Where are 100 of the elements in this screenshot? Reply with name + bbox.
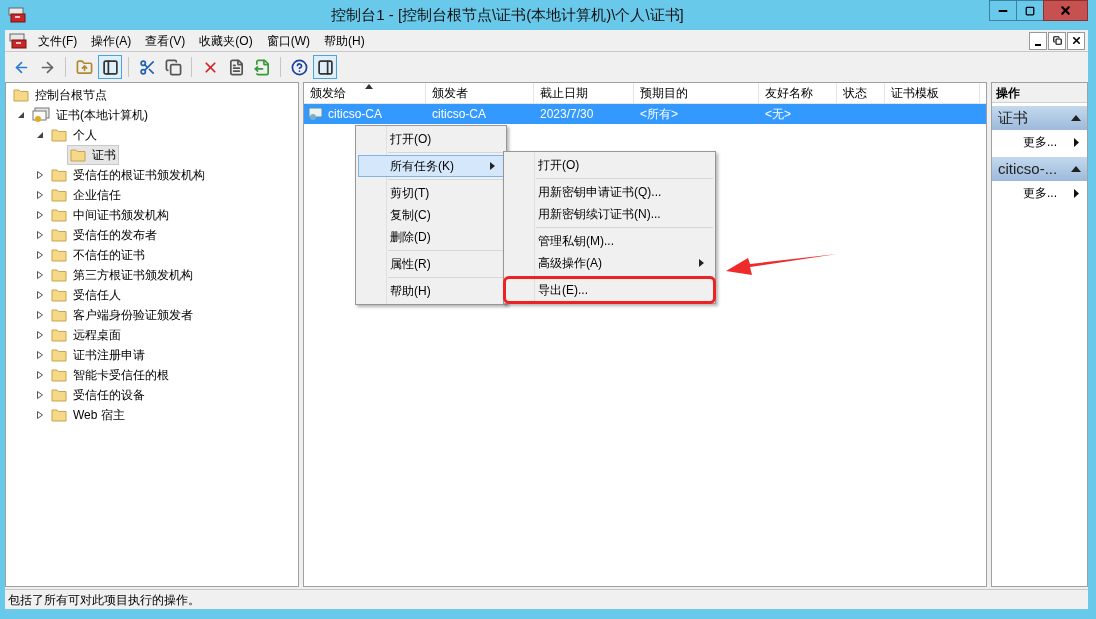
expand-icon[interactable] xyxy=(36,271,44,279)
column-header[interactable]: 证书模板 xyxy=(885,83,980,103)
close-button[interactable] xyxy=(1067,31,1085,50)
tree-item[interactable]: 证书 xyxy=(67,145,119,165)
folder-up-icon xyxy=(75,58,93,76)
menu-item[interactable]: 导出(E)... xyxy=(506,279,713,301)
tree-item[interactable]: Web 宿主 xyxy=(48,405,128,425)
column-header[interactable]: 颁发者 xyxy=(426,83,534,103)
expand-icon[interactable] xyxy=(36,231,44,239)
folder-icon xyxy=(51,168,67,182)
menu-bar-item[interactable]: 帮助(H) xyxy=(317,31,372,50)
expand-icon[interactable] xyxy=(36,251,44,259)
submenu-arrow-icon xyxy=(1074,137,1079,147)
tree-item[interactable]: 控制台根节点 xyxy=(10,85,110,105)
table-cell-text: citicso-CA xyxy=(432,106,486,123)
tree-item[interactable]: 不信任的证书 xyxy=(48,245,148,265)
menu-bar-item[interactable]: 窗口(W) xyxy=(259,31,317,50)
status-bar: 包括了所有可对此项目执行的操作。 xyxy=(5,589,1088,609)
column-header[interactable]: 截止日期 xyxy=(534,83,634,103)
tree-item[interactable]: 智能卡受信任的根 xyxy=(48,365,172,385)
table-cell-text: citicso-CA xyxy=(328,106,382,123)
action-link[interactable]: 更多... xyxy=(1023,133,1074,151)
tree-item[interactable]: 远程桌面 xyxy=(48,325,124,345)
toolbar-button[interactable] xyxy=(98,55,122,79)
menu-bar-item[interactable]: 文件(F) xyxy=(31,31,85,50)
tree-item[interactable]: 证书(本地计算机) xyxy=(29,105,151,125)
restore-icon xyxy=(1052,36,1062,45)
expand-icon[interactable] xyxy=(36,411,44,419)
close-icon xyxy=(1070,35,1082,46)
expand-icon[interactable] xyxy=(36,311,44,319)
tree-item[interactable]: 证书注册申请 xyxy=(48,345,148,365)
menu-item[interactable]: 帮助(H) xyxy=(358,280,504,302)
folder-icon xyxy=(51,308,67,322)
menu-item[interactable]: 打开(O) xyxy=(506,154,713,176)
folder-icon xyxy=(70,148,86,162)
expand-icon[interactable] xyxy=(36,211,44,219)
folder-icon xyxy=(51,188,67,202)
column-header[interactable]: 友好名称 xyxy=(759,83,837,103)
action-pane-title: 操作 xyxy=(992,83,1087,103)
tree-item[interactable]: 企业信任 xyxy=(48,185,124,205)
menu-bar-item[interactable]: 查看(V) xyxy=(138,31,193,50)
export-icon xyxy=(253,58,271,76)
column-header[interactable]: 预期目的 xyxy=(634,83,759,103)
expand-icon[interactable] xyxy=(36,171,44,179)
minimize-icon xyxy=(1035,43,1041,46)
expand-icon[interactable] xyxy=(36,331,44,339)
menu-bar-item[interactable]: 操作(A) xyxy=(84,31,139,50)
expand-icon[interactable] xyxy=(36,351,44,359)
help-icon xyxy=(290,58,308,76)
folder-icon xyxy=(51,388,67,402)
certificate-store-icon xyxy=(32,107,50,123)
tree-item[interactable]: 受信任的发布者 xyxy=(48,225,160,245)
restore-button[interactable] xyxy=(1048,31,1066,50)
tree-item[interactable]: 客户端身份验证颁发者 xyxy=(48,305,196,325)
menu-bar-item[interactable]: 收藏夹(O) xyxy=(192,31,260,50)
window-title: 控制台1 - [控制台根节点\证书(本地计算机)\个人\证书] xyxy=(330,4,685,25)
panel-left-icon xyxy=(101,58,119,76)
tree-item[interactable]: 第三方根证书颁发机构 xyxy=(48,265,196,285)
minimize-button[interactable] xyxy=(1029,31,1047,50)
menu-item[interactable]: 删除(D) xyxy=(358,226,504,248)
submenu-arrow-icon xyxy=(1074,188,1079,198)
submenu-arrow-icon xyxy=(490,162,495,170)
expand-icon[interactable] xyxy=(36,371,44,379)
column-header[interactable]: 状态 xyxy=(837,83,885,103)
minimize-button[interactable] xyxy=(989,0,1017,21)
collapse-icon xyxy=(1071,115,1081,121)
tree-item[interactable]: 中间证书颁发机构 xyxy=(48,205,172,225)
collapse-icon xyxy=(1071,166,1081,172)
menu-item[interactable]: 用新密钥申请证书(Q)... xyxy=(506,181,713,203)
menu-item[interactable]: 管理私钥(M)... xyxy=(506,230,713,252)
expand-icon[interactable] xyxy=(36,291,44,299)
collapse-icon[interactable] xyxy=(17,111,25,119)
action-link[interactable]: 更多... xyxy=(1023,184,1074,202)
menu-item[interactable]: 用新密钥续订证书(N)... xyxy=(506,203,713,225)
menu-item[interactable]: 属性(R) xyxy=(358,253,504,275)
menu-item[interactable]: 高级操作(A) xyxy=(506,252,713,274)
toolbar-button[interactable] xyxy=(313,55,337,79)
properties-icon xyxy=(227,58,245,76)
menu-item[interactable]: 复制(C) xyxy=(358,204,504,226)
tree-item[interactable]: 受信任人 xyxy=(48,285,124,305)
tree-item[interactable]: 个人 xyxy=(48,125,100,145)
folder-icon xyxy=(13,88,29,102)
folder-icon xyxy=(51,348,67,362)
menu-item[interactable]: 所有任务(K) xyxy=(358,155,504,177)
menu-item[interactable]: 打开(O) xyxy=(358,128,504,150)
action-section-header[interactable]: citicso-... xyxy=(992,157,1087,181)
folder-icon xyxy=(51,368,67,382)
expand-icon[interactable] xyxy=(36,191,44,199)
scissors-icon xyxy=(138,58,156,76)
expand-icon[interactable] xyxy=(36,391,44,399)
collapse-icon[interactable] xyxy=(36,131,44,139)
tree-item[interactable]: 受信任的根证书颁发机构 xyxy=(48,165,208,185)
table-cell-text: <所有> xyxy=(640,106,678,123)
sort-ascending-icon xyxy=(364,84,373,89)
column-header[interactable]: 颁发给 xyxy=(304,83,426,103)
action-section-header[interactable]: 证书 xyxy=(992,106,1087,130)
maximize-icon xyxy=(1025,5,1035,16)
menu-item[interactable]: 剪切(T) xyxy=(358,182,504,204)
close-icon xyxy=(1059,4,1072,17)
tree-item[interactable]: 受信任的设备 xyxy=(48,385,148,405)
